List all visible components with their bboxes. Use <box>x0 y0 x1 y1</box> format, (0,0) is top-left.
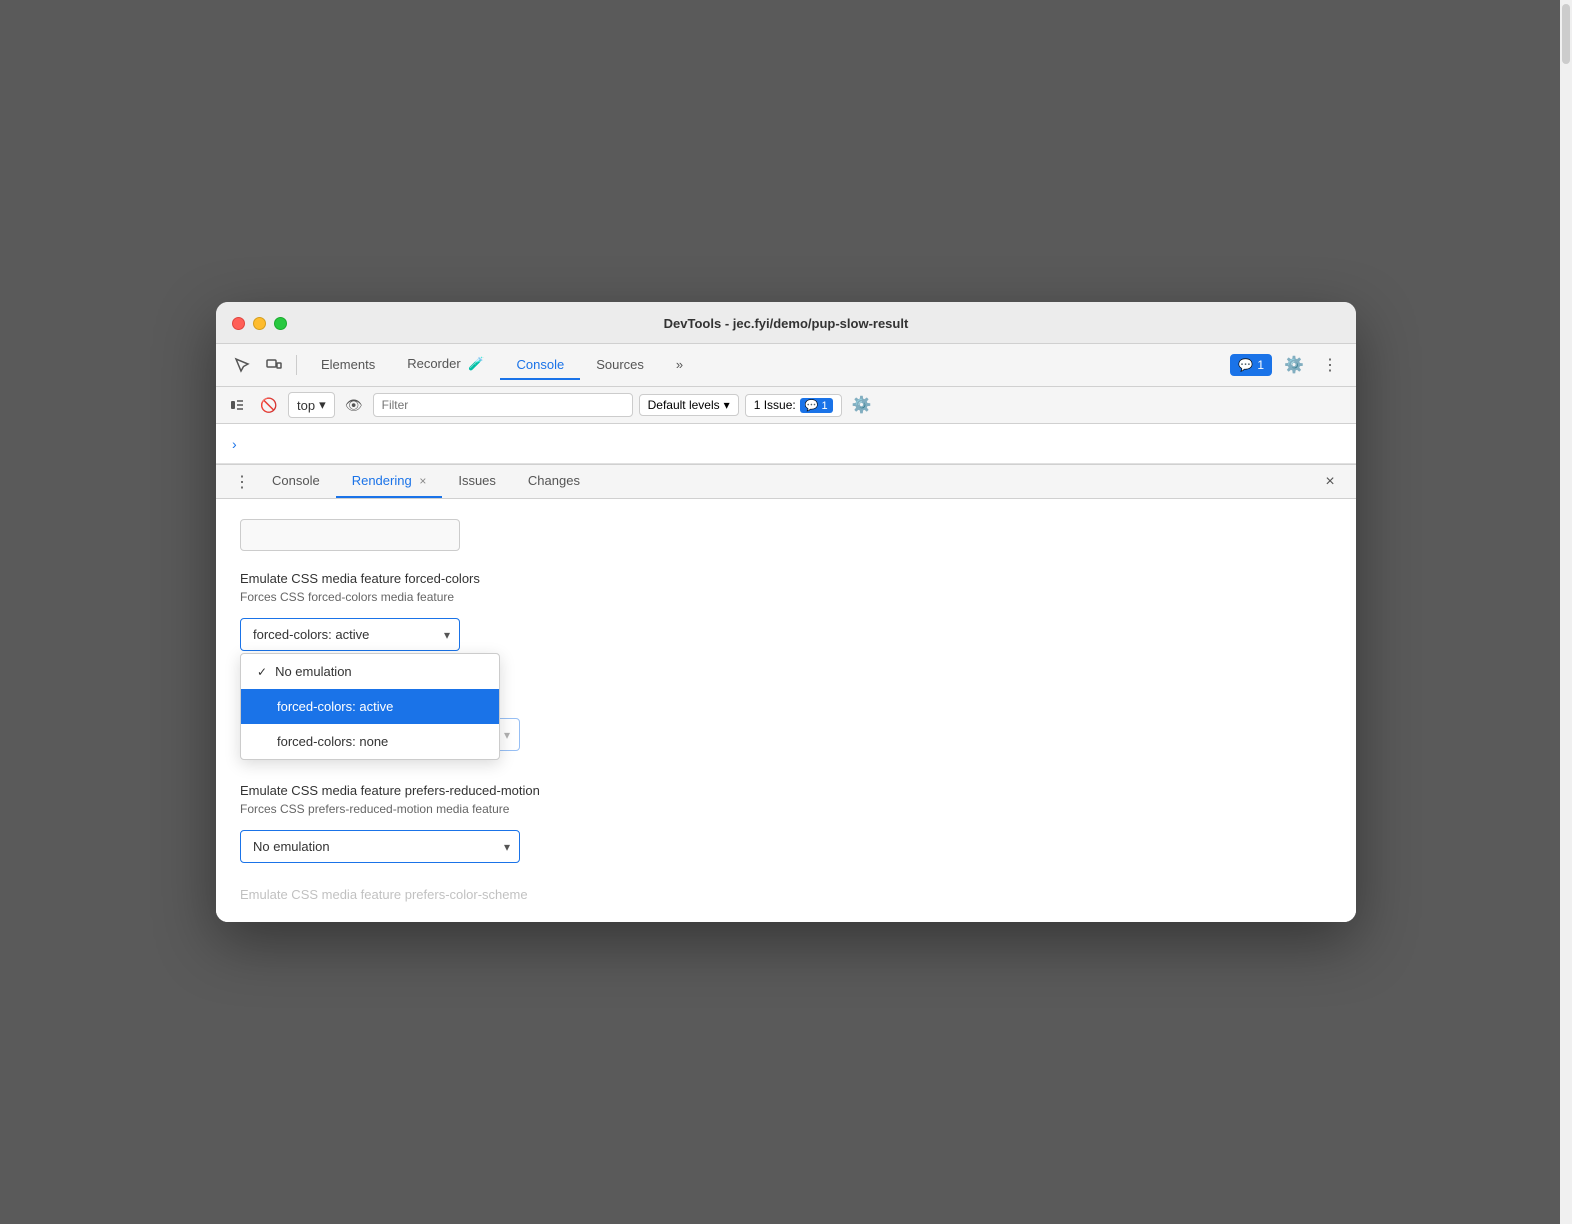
prefers-reduced-motion-desc: Forces CSS prefers-reduced-motion media … <box>240 802 1332 816</box>
eye-icon[interactable]: 👁 <box>341 392 367 418</box>
tab-changes-panel[interactable]: Changes <box>512 465 596 498</box>
tab-sources[interactable]: Sources <box>580 351 660 380</box>
rendering-tab-close[interactable]: × <box>419 474 426 488</box>
bottom-panel: ⋮ Console Rendering × Issues Changes × E… <box>216 464 1356 922</box>
console-input-area: › <box>216 424 1356 464</box>
divider-1 <box>296 355 297 375</box>
minimize-button[interactable] <box>253 317 266 330</box>
context-label: top <box>297 398 315 413</box>
tab-elements[interactable]: Elements <box>305 351 391 380</box>
device-toggle-icon[interactable] <box>260 351 288 379</box>
tab-console[interactable]: Console <box>500 351 580 380</box>
issue-label: 1 Issue: <box>754 398 796 412</box>
issues-button[interactable]: 1 Issue: 💬 1 <box>745 394 842 417</box>
main-toolbar: Elements Recorder 🧪 Console Sources » 💬 … <box>216 344 1356 387</box>
devtools-window: DevTools - jec.fyi/demo/pup-slow-result … <box>216 302 1356 922</box>
prefers-contrast-dropdown-arrow: ▾ <box>504 728 510 742</box>
message-badge-button[interactable]: 💬 1 <box>1230 354 1272 376</box>
next-section-partial: Emulate CSS media feature prefers-color-… <box>240 887 1332 902</box>
log-levels-arrow: ▾ <box>724 398 730 412</box>
popup-item-forced-none[interactable]: forced-colors: none <box>241 724 499 759</box>
context-selector[interactable]: top ▾ <box>288 392 335 418</box>
log-levels-dropdown[interactable]: Default levels ▾ <box>639 394 739 416</box>
console-toolbar: 🚫 top ▾ 👁 Default levels ▾ 1 Issue: 💬 1 … <box>216 387 1356 424</box>
prefers-reduced-motion-select[interactable]: No emulation <box>240 830 520 863</box>
maximize-button[interactable] <box>274 317 287 330</box>
panel-tab-bar: ⋮ Console Rendering × Issues Changes × <box>216 465 1356 499</box>
tab-issues-panel[interactable]: Issues <box>442 465 512 498</box>
tab-recorder[interactable]: Recorder 🧪 <box>391 350 500 380</box>
toolbar-right: 💬 1 ⚙️ ⋮ <box>1230 351 1344 379</box>
context-dropdown-arrow: ▾ <box>319 397 326 413</box>
popup-item-forced-active[interactable]: forced-colors: active <box>241 689 499 724</box>
console-prompt[interactable]: › <box>232 436 237 452</box>
forced-colors-title: Emulate CSS media feature forced-colors <box>240 571 1332 586</box>
hidden-section <box>240 519 460 551</box>
log-levels-label: Default levels <box>648 398 720 412</box>
traffic-lights <box>232 317 287 330</box>
sidebar-toggle-icon[interactable] <box>224 392 250 418</box>
rendering-panel-content: Emulate CSS media feature forced-colors … <box>216 499 1356 922</box>
filter-input[interactable] <box>373 393 633 417</box>
forced-colors-section: Emulate CSS media feature forced-colors … <box>240 571 1332 671</box>
panel-more-icon[interactable]: ⋮ <box>228 468 256 496</box>
tab-area: Elements Recorder 🧪 Console Sources » <box>305 350 1226 380</box>
console-settings-button[interactable]: ⚙️ <box>848 391 876 419</box>
forced-colors-select[interactable]: No emulation forced-colors: active force… <box>240 618 460 651</box>
window-title: DevTools - jec.fyi/demo/pup-slow-result <box>664 316 909 331</box>
tab-rendering-panel[interactable]: Rendering × <box>336 465 443 498</box>
tab-console-panel[interactable]: Console <box>256 465 336 498</box>
close-panel-button[interactable]: × <box>1316 468 1344 496</box>
issue-count-badge: 💬 1 <box>800 398 833 413</box>
close-button[interactable] <box>232 317 245 330</box>
forced-colors-dropdown-container: No emulation forced-colors: active force… <box>240 618 460 651</box>
title-bar: DevTools - jec.fyi/demo/pup-slow-result <box>216 302 1356 344</box>
settings-button[interactable]: ⚙️ <box>1280 351 1308 379</box>
popup-item-no-emulation[interactable]: No emulation <box>241 654 499 689</box>
more-options-button[interactable]: ⋮ <box>1316 351 1344 379</box>
forced-colors-desc: Forces CSS forced-colors media feature <box>240 590 1332 604</box>
clear-console-icon[interactable]: 🚫 <box>256 392 282 418</box>
tab-more[interactable]: » <box>660 351 699 380</box>
dropdown-popup: No emulation forced-colors: active force… <box>240 653 500 760</box>
prefers-reduced-motion-title: Emulate CSS media feature prefers-reduce… <box>240 783 1332 798</box>
prefers-reduced-motion-section: Emulate CSS media feature prefers-reduce… <box>240 783 1332 883</box>
inspect-icon[interactable] <box>228 351 256 379</box>
prefers-reduced-motion-dropdown-container: No emulation ▾ <box>240 830 520 863</box>
badge-count: 1 <box>1257 358 1264 372</box>
